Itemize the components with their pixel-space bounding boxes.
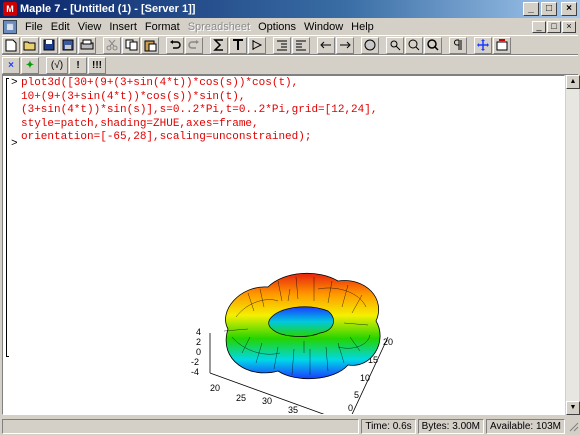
execution-group-bracket[interactable] xyxy=(6,78,7,356)
z-tick-label: 0 xyxy=(196,347,201,357)
outdent-icon[interactable] xyxy=(292,36,310,54)
y-tick-label: 20 xyxy=(383,337,393,347)
empty-prompt[interactable]: > xyxy=(11,138,18,150)
input-line-3[interactable]: (3+sin(4*t))*sin(s)],s=0..2*Pi,t=0..2*Pi… xyxy=(21,104,377,118)
document-restore-button[interactable]: □ xyxy=(547,20,561,33)
main-toolbar xyxy=(2,35,578,55)
save-as-icon[interactable] xyxy=(59,36,77,54)
stop-icon[interactable] xyxy=(361,36,379,54)
close-button[interactable]: × xyxy=(561,2,577,16)
status-message xyxy=(2,418,360,434)
minimize-button[interactable]: _ xyxy=(523,2,539,16)
plot3d-output[interactable]: 4 2 0 -2 -4 20 25 30 35 40 0 5 10 15 20 xyxy=(188,241,428,415)
status-available: Available: 103M xyxy=(486,418,565,434)
save-icon[interactable] xyxy=(40,36,58,54)
status-bar: Time: 0.6s Bytes: 3.00M Available: 103M xyxy=(0,417,580,435)
paste-icon[interactable] xyxy=(141,36,159,54)
text-input-button[interactable]: (√) xyxy=(46,56,68,74)
indent-icon[interactable] xyxy=(273,36,291,54)
expand-sections-icon[interactable] xyxy=(474,36,492,54)
restart-icon[interactable] xyxy=(493,36,511,54)
status-time: Time: 0.6s xyxy=(361,418,416,434)
input-line-1[interactable]: plot3d([30+(9+(3+sin(4*t))*cos(s))*cos(t… xyxy=(21,77,298,91)
menu-window[interactable]: Window xyxy=(300,21,347,33)
scroll-up-arrow-icon[interactable]: ▲ xyxy=(566,75,580,89)
show-nonprintable-icon[interactable] xyxy=(449,36,467,54)
menu-file[interactable]: File xyxy=(21,21,47,33)
x-tick-label: 25 xyxy=(236,393,246,403)
back-arrow-icon[interactable] xyxy=(317,36,335,54)
x-tick-label: 30 xyxy=(262,396,272,406)
input-prompt: > xyxy=(11,77,18,89)
torus-surface xyxy=(223,272,381,380)
print-icon[interactable] xyxy=(78,36,96,54)
new-file-icon[interactable] xyxy=(2,36,20,54)
menu-help[interactable]: Help xyxy=(347,21,378,33)
x-tick-label: 35 xyxy=(288,405,298,415)
resize-grip-icon[interactable] xyxy=(567,419,579,434)
execute-button[interactable]: ! xyxy=(69,56,87,74)
document-minimize-button[interactable]: _ xyxy=(532,20,546,33)
open-file-icon[interactable] xyxy=(21,36,39,54)
input-line-5[interactable]: orientation=[-65,28],scaling=unconstrain… xyxy=(21,131,311,145)
undo-icon[interactable] xyxy=(166,36,184,54)
zoom-medium-icon[interactable] xyxy=(405,36,423,54)
text-mode-icon[interactable] xyxy=(229,36,247,54)
zoom-small-icon[interactable] xyxy=(386,36,404,54)
scroll-down-arrow-icon[interactable]: ▼ xyxy=(566,401,580,415)
menu-bar: ▦ File Edit View Insert Format Spreadshe… xyxy=(0,18,580,35)
title-bar: M Maple 7 - [Untitled (1) - [Server 1]] … xyxy=(0,0,580,18)
window-title: Maple 7 - [Untitled (1) - [Server 1]] xyxy=(20,3,196,15)
sigma-math-icon[interactable] xyxy=(210,36,228,54)
y-tick-label: 5 xyxy=(354,390,359,400)
maximize-button[interactable]: □ xyxy=(541,2,557,16)
y-tick-label: 0 xyxy=(348,403,353,413)
maple-app-icon[interactable]: M xyxy=(3,2,17,16)
toggle-input-button[interactable]: × xyxy=(2,56,20,74)
menu-spreadsheet: Spreadsheet xyxy=(187,20,251,33)
x-tick-label: 20 xyxy=(210,383,220,393)
redo-icon[interactable] xyxy=(185,36,203,54)
z-tick-label: -4 xyxy=(191,367,199,377)
context-toolbar: × ✦ (√) ! !!! xyxy=(2,55,578,75)
execute-all-button[interactable]: !!! xyxy=(88,56,106,74)
status-bytes: Bytes: 3.00M xyxy=(417,418,485,434)
input-line-2[interactable]: 10+(9+(3+sin(4*t))*cos(s))*sin(t), xyxy=(21,91,245,105)
menu-options[interactable]: Options xyxy=(254,21,300,33)
y-tick-label: 10 xyxy=(360,373,370,383)
menu-view[interactable]: View xyxy=(74,21,106,33)
toggle-display-button[interactable]: ✦ xyxy=(21,56,39,74)
menu-format[interactable]: Format xyxy=(141,21,184,33)
worksheet-area[interactable]: > plot3d([30+(9+(3+sin(4*t))*cos(s))*cos… xyxy=(2,75,565,415)
document-close-button[interactable]: × xyxy=(562,20,576,33)
menu-edit[interactable]: Edit xyxy=(47,21,74,33)
zoom-large-icon[interactable] xyxy=(424,36,442,54)
x-tick-label: 40 xyxy=(312,413,322,415)
cut-icon[interactable] xyxy=(103,36,121,54)
copy-icon[interactable] xyxy=(122,36,140,54)
forward-arrow-icon[interactable] xyxy=(336,36,354,54)
document-system-menu-icon[interactable]: ▦ xyxy=(3,19,17,34)
vertical-scrollbar[interactable]: ▲ ▼ xyxy=(565,75,580,415)
z-tick-label: 4 xyxy=(196,327,201,337)
z-tick-label: 2 xyxy=(196,337,201,347)
z-tick-label: -2 xyxy=(191,357,199,367)
insert-prompt-icon[interactable] xyxy=(248,36,266,54)
menu-insert[interactable]: Insert xyxy=(105,21,141,33)
input-line-4[interactable]: style=patch,shading=ZHUE,axes=frame, xyxy=(21,118,259,132)
